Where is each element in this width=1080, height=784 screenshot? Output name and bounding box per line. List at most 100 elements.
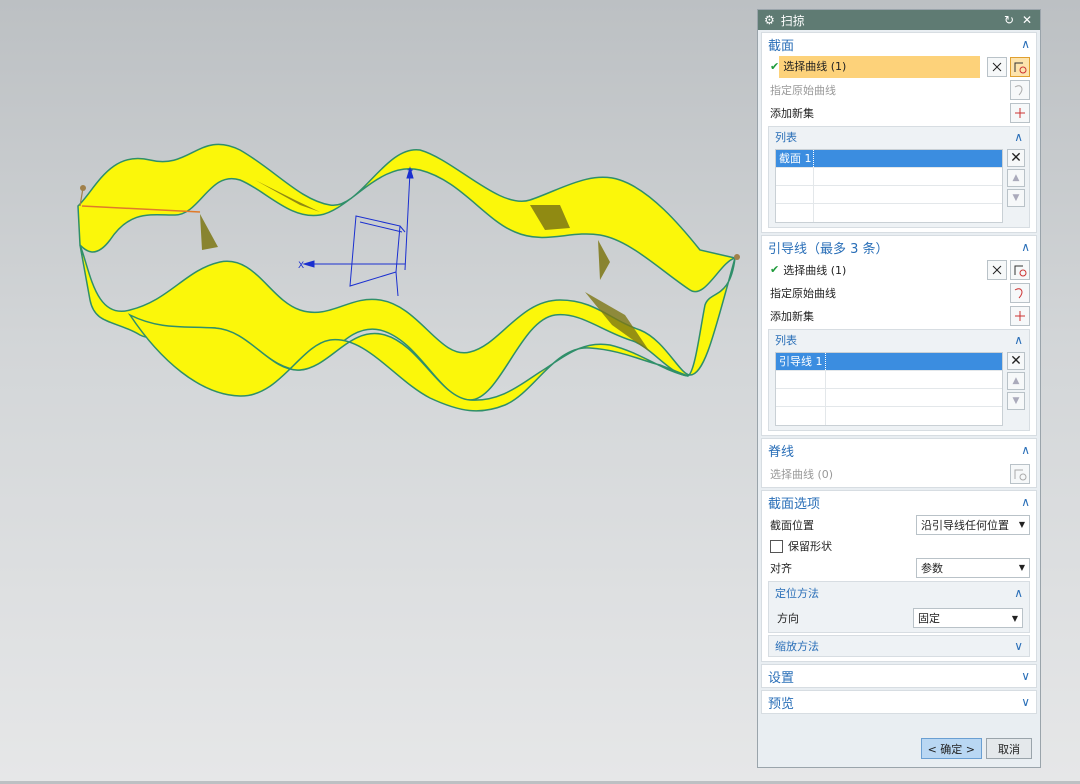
select-curve-icon[interactable] — [1010, 56, 1030, 77]
settings-group: 设置 ∨ — [761, 664, 1037, 688]
orientation-header[interactable]: 定位方法 ∧ — [769, 582, 1029, 604]
chevron-up-icon[interactable]: ∧ — [1021, 240, 1030, 254]
list-item[interactable]: 引导线 1 — [776, 353, 1002, 371]
section-group: 截面 ∧ ✔ 选择曲线 (1) 指定原始曲线 添加新集 列表 ∧ 截面 1 ✕ … — [761, 32, 1037, 233]
guide-specify-origin-label: 指定原始曲线 — [770, 286, 836, 300]
chevron-up-icon[interactable]: ∧ — [1014, 130, 1023, 144]
graphics-viewport[interactable]: X Z — [0, 0, 756, 781]
remove-icon[interactable]: ✕ — [1007, 352, 1025, 370]
guide-list-header[interactable]: 列表 ∧ — [769, 330, 1029, 350]
curve-rule-icon[interactable] — [987, 56, 1007, 77]
ok-button[interactable]: < 确定 > — [920, 738, 982, 759]
list-item-empty — [776, 186, 1002, 204]
section-group-header[interactable]: 截面 ∧ — [762, 33, 1036, 55]
guide-specify-origin-row[interactable]: 指定原始曲线 — [762, 281, 1036, 304]
move-down-icon[interactable]: ▼ — [1007, 189, 1025, 207]
spine-group-header[interactable]: 脊线 ∧ — [762, 439, 1036, 461]
dropdown-arrow-icon: ▼ — [1018, 563, 1025, 572]
close-icon[interactable]: ✕ — [1020, 13, 1034, 27]
section-list: 截面 1 — [775, 149, 1003, 223]
gear-icon[interactable]: ⚙ — [764, 13, 775, 27]
spine-group: 脊线 ∧ 选择曲线 (0) — [761, 438, 1037, 488]
spine-select-curve-row[interactable]: 选择曲线 (0) — [762, 461, 1036, 487]
preview-header[interactable]: 预览 ∨ — [762, 691, 1036, 713]
remove-icon[interactable]: ✕ — [1007, 149, 1025, 167]
dialog-titlebar[interactable]: ⚙ 扫掠 ↻ ✕ — [758, 10, 1040, 30]
sweep-dialog: ⚙ 扫掠 ↻ ✕ 截面 ∧ ✔ 选择曲线 (1) 指定原始曲线 添加新集 列表 … — [757, 9, 1041, 768]
preserve-shape-checkbox[interactable] — [770, 539, 783, 553]
section-list-panel: 列表 ∧ 截面 1 ✕ ▲ ▼ — [768, 126, 1030, 228]
list-item-empty — [776, 168, 1002, 186]
settings-header[interactable]: 设置 ∨ — [762, 665, 1036, 687]
section-specify-origin-row[interactable]: 指定原始曲线 — [762, 78, 1036, 101]
section-add-new-set-row[interactable]: 添加新集 — [762, 101, 1036, 124]
section-select-curve-row[interactable]: ✔ 选择曲线 (1) — [762, 55, 1036, 78]
chevron-down-icon[interactable]: ∨ — [1021, 669, 1030, 683]
coordinate-triad — [302, 166, 414, 297]
chevron-up-icon[interactable]: ∧ — [1021, 37, 1030, 51]
curve-endpoint-right[interactable] — [734, 254, 740, 260]
axis-label-z: Z — [407, 169, 413, 179]
surface-back-band — [77, 143, 736, 293]
section-options-header[interactable]: 截面选项 ∧ — [762, 491, 1036, 513]
spine-select-curve-label: 选择曲线 (0) — [770, 468, 834, 481]
axis-label-x: X — [298, 261, 304, 271]
preview-group: 预览 ∨ — [761, 690, 1037, 714]
dialog-title: 扫掠 — [780, 13, 805, 28]
add-set-icon[interactable] — [1010, 305, 1030, 326]
curve-rule-icon[interactable] — [987, 259, 1007, 280]
align-select[interactable]: 参数 ▼ — [916, 557, 1030, 578]
list-item-empty — [776, 389, 1002, 407]
section-list-header[interactable]: 列表 ∧ — [769, 127, 1029, 147]
guide-list: 引导线 1 — [775, 352, 1003, 426]
guide-add-new-set-label: 添加新集 — [770, 309, 814, 323]
section-select-curve-label: 选择曲线 (1) — [779, 55, 980, 78]
sweep-surface-render: X Z — [77, 143, 740, 412]
list-item-empty — [776, 204, 1002, 222]
direction-row: 方向 固定 ▼ — [769, 604, 1029, 632]
add-set-icon[interactable] — [1010, 102, 1030, 123]
align-label: 对齐 — [770, 561, 792, 575]
section-specify-origin-label: 指定原始曲线 — [770, 83, 836, 97]
direction-select[interactable]: 固定 ▼ — [913, 608, 1023, 628]
guide-select-curve-row[interactable]: ✔ 选择曲线 (1) — [762, 258, 1036, 281]
guide-list-panel: 列表 ∧ 引导线 1 ✕ ▲ ▼ — [768, 329, 1030, 431]
origin-curve-icon[interactable] — [1010, 79, 1030, 100]
scaling-header[interactable]: 缩放方法 ∨ — [769, 636, 1029, 656]
orientation-panel: 定位方法 ∧ 方向 固定 ▼ — [768, 581, 1030, 633]
list-item-empty — [776, 371, 1002, 389]
move-down-icon[interactable]: ▼ — [1007, 392, 1025, 410]
chevron-up-icon[interactable]: ∧ — [1021, 443, 1030, 457]
move-up-icon[interactable]: ▲ — [1007, 169, 1025, 187]
direction-label: 方向 — [777, 612, 799, 625]
guide-group: 引导线（最多 3 条） ∧ ✔ 选择曲线 (1) 指定原始曲线 添加新集 列表 … — [761, 235, 1037, 436]
checkmark-icon: ✔ — [770, 263, 780, 276]
dropdown-arrow-icon: ▼ — [1018, 520, 1025, 529]
guide-add-new-set-row[interactable]: 添加新集 — [762, 304, 1036, 327]
chevron-up-icon[interactable]: ∧ — [1021, 495, 1030, 509]
reset-icon[interactable]: ↻ — [1002, 13, 1016, 27]
section-position-select[interactable]: 沿引导线任何位置 ▼ — [916, 514, 1030, 535]
guide-select-curve-label: 选择曲线 (1) — [783, 263, 847, 277]
chevron-down-icon[interactable]: ∨ — [1014, 639, 1023, 653]
dropdown-arrow-icon: ▼ — [1011, 613, 1018, 623]
section-position-row: 截面位置 沿引导线任何位置 ▼ — [762, 513, 1036, 536]
select-curve-icon[interactable] — [1010, 259, 1030, 280]
guide-group-header[interactable]: 引导线（最多 3 条） ∧ — [762, 236, 1036, 258]
origin-curve-icon[interactable] — [1010, 282, 1030, 303]
preserve-shape-row[interactable]: 保留形状 — [762, 536, 1036, 556]
cancel-button[interactable]: 取消 — [986, 738, 1032, 759]
dialog-footer: < 确定 > 取消 — [920, 738, 1032, 759]
checkmark-icon: ✔ — [770, 60, 780, 73]
move-up-icon[interactable]: ▲ — [1007, 372, 1025, 390]
list-item-empty — [776, 407, 1002, 425]
select-curve-icon[interactable] — [1010, 464, 1030, 484]
preserve-shape-label: 保留形状 — [788, 540, 832, 553]
align-row: 对齐 参数 ▼ — [762, 556, 1036, 579]
list-item[interactable]: 截面 1 — [776, 150, 1002, 168]
chevron-up-icon[interactable]: ∧ — [1014, 333, 1023, 347]
section-position-label: 截面位置 — [770, 518, 814, 532]
chevron-down-icon[interactable]: ∨ — [1021, 695, 1030, 709]
chevron-up-icon[interactable]: ∧ — [1014, 586, 1023, 600]
section-add-new-set-label: 添加新集 — [770, 106, 814, 120]
